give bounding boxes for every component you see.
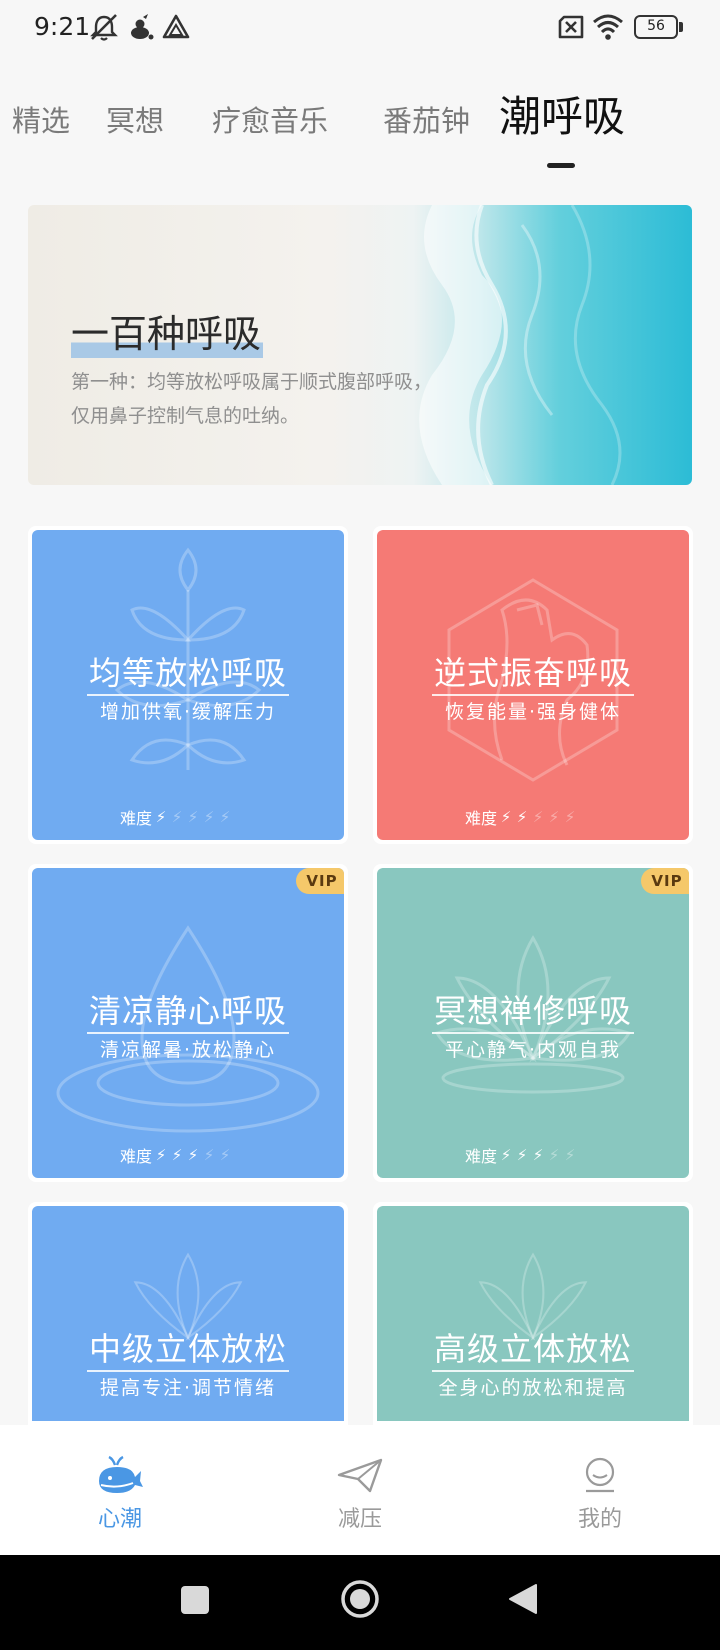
tab-featured[interactable]: 精选 xyxy=(12,98,70,140)
tab-tide-breathing[interactable]: 潮呼吸 xyxy=(499,83,625,144)
lightning-icon: ⚡︎ xyxy=(500,808,512,826)
card-subtitle: 全身心的放松和提高 xyxy=(438,1377,628,1399)
difficulty-rating: 难度 ⚡︎ ⚡︎ ⚡︎ ⚡︎ ⚡︎ xyxy=(465,1143,578,1167)
breathing-card-cool-calm[interactable]: 清凉静心呼吸 清凉解暑·放松静心 难度 ⚡︎ ⚡︎ ⚡︎ ⚡︎ ⚡︎ VIP xyxy=(28,864,348,1182)
lightning-icon: ⚡︎ xyxy=(532,1146,544,1164)
profile-icon xyxy=(585,1457,615,1493)
lightning-icon: ⚡︎ xyxy=(171,808,183,826)
lightning-icon: ⚡︎ xyxy=(516,1146,528,1164)
banner-desc-line2: 仅用鼻子控制气息的吐纳。 xyxy=(71,405,300,427)
battery-icon: 56 xyxy=(634,15,683,39)
whale-icon xyxy=(99,1455,143,1493)
lightning-icon: ⚡︎ xyxy=(564,808,576,826)
nav-label: 减压 xyxy=(337,1507,382,1532)
lightning-icon: ⚡︎ xyxy=(548,1146,560,1164)
nav-item-mine[interactable]: 我的 xyxy=(480,1425,720,1555)
lightning-icon: ⚡︎ xyxy=(516,808,528,826)
tab-pomodoro[interactable]: 番茄钟 xyxy=(383,98,470,140)
vip-badge: VIP xyxy=(641,868,689,894)
lightning-icon: ⚡︎ xyxy=(532,808,544,826)
tab-meditation[interactable]: 冥想 xyxy=(106,98,164,140)
status-bar: 9:21 56 xyxy=(0,0,720,56)
lightning-icon: ⚡︎ xyxy=(187,808,199,826)
difficulty-label: 难度 xyxy=(465,809,498,828)
difficulty-label: 难度 xyxy=(120,1147,153,1166)
battery-level: 56 xyxy=(647,18,665,34)
lightning-icon: ⚡︎ xyxy=(548,808,560,826)
lightning-icon: ⚡︎ xyxy=(155,808,167,826)
difficulty-rating: 难度 ⚡︎ ⚡︎ ⚡︎ ⚡︎ ⚡︎ xyxy=(120,1143,233,1167)
nav-label: 心潮 xyxy=(97,1507,142,1532)
card-title: 高级立体放松 xyxy=(431,1330,634,1372)
lightning-icon: ⚡︎ xyxy=(203,808,215,826)
wifi-icon xyxy=(593,14,623,40)
beach-wave-image xyxy=(419,205,622,485)
difficulty-label: 难度 xyxy=(120,809,153,828)
lightning-icon: ⚡︎ xyxy=(187,1146,199,1164)
lightning-icon: ⚡︎ xyxy=(171,1146,183,1164)
card-title: 清凉静心呼吸 xyxy=(86,992,289,1034)
difficulty-label: 难度 xyxy=(465,1147,498,1166)
lightning-icon: ⚡︎ xyxy=(219,1146,231,1164)
difficulty-rating: 难度 ⚡︎ ⚡︎ ⚡︎ ⚡︎ ⚡︎ xyxy=(120,805,233,829)
card-title: 中级立体放松 xyxy=(86,1330,289,1372)
card-subtitle: 增加供氧·缓解压力 xyxy=(99,701,277,723)
breathing-card-intermediate-relax[interactable]: 中级立体放松 提高专注·调节情绪 xyxy=(28,1202,348,1425)
lightning-icon: ⚡︎ xyxy=(155,1146,167,1164)
lightning-icon: ⚡︎ xyxy=(203,1146,215,1164)
breathing-card-reverse-energize[interactable]: 逆式振奋呼吸 恢复能量·强身健体 难度 ⚡︎ ⚡︎ ⚡︎ ⚡︎ ⚡︎ xyxy=(373,526,693,844)
app-icon xyxy=(162,14,190,39)
sim-off-icon xyxy=(558,15,584,39)
system-navigation-bar xyxy=(0,1555,720,1650)
card-subtitle: 恢复能量·强身健体 xyxy=(444,701,622,723)
card-title: 逆式振奋呼吸 xyxy=(431,654,634,696)
category-tabs: 精选 冥想 疗愈音乐 番茄钟 潮呼吸 xyxy=(0,92,720,180)
card-subtitle: 平心静气·内观自我 xyxy=(444,1039,622,1061)
home-circle-icon[interactable] xyxy=(340,1579,380,1619)
nav-item-decompress[interactable]: 减压 xyxy=(240,1425,480,1555)
card-subtitle: 清凉解暑·放松静心 xyxy=(99,1039,277,1061)
paper-plane-icon xyxy=(337,1458,383,1493)
lightning-icon: ⚡︎ xyxy=(219,808,231,826)
status-time: 9:21 xyxy=(34,12,91,41)
breathing-card-zen-meditation[interactable]: 冥想禅修呼吸 平心静气·内观自我 难度 ⚡︎ ⚡︎ ⚡︎ ⚡︎ ⚡︎ VIP xyxy=(373,864,693,1182)
breathing-card-advanced-relax[interactable]: 高级立体放松 全身心的放松和提高 xyxy=(373,1202,693,1425)
banner-description: 第一种：均等放松呼吸属于顺式腹部呼吸， 仅用鼻子控制气息的吐纳。 xyxy=(71,365,491,433)
nav-item-xinchao[interactable]: 心潮 xyxy=(0,1425,240,1555)
banner[interactable]: 一百种呼吸 第一种：均等放松呼吸属于顺式腹部呼吸， 仅用鼻子控制气息的吐纳。 xyxy=(28,205,692,485)
bottom-navigation: 心潮 减压 我的 xyxy=(0,1425,720,1555)
lightning-icon: ⚡︎ xyxy=(500,1146,512,1164)
tab-healing-music[interactable]: 疗愈音乐 xyxy=(212,98,328,140)
lightning-icon: ⚡︎ xyxy=(564,1146,576,1164)
mute-icon xyxy=(90,14,118,41)
nav-label: 我的 xyxy=(577,1507,622,1532)
card-title: 均等放松呼吸 xyxy=(86,654,289,696)
notification-icon xyxy=(131,14,154,40)
back-triangle-icon[interactable] xyxy=(506,1581,540,1617)
banner-title: 一百种呼吸 xyxy=(71,303,264,358)
breathing-card-equal-relax[interactable]: 均等放松呼吸 增加供氧·缓解压力 难度 ⚡︎ ⚡︎ ⚡︎ ⚡︎ ⚡︎ xyxy=(28,526,348,844)
tab-indicator xyxy=(547,163,575,168)
vip-badge: VIP xyxy=(296,868,344,894)
banner-desc-line1: 第一种：均等放松呼吸属于顺式腹部呼吸， xyxy=(71,371,433,393)
card-subtitle: 提高专注·调节情绪 xyxy=(99,1377,277,1399)
card-title: 冥想禅修呼吸 xyxy=(431,992,634,1034)
recents-square-icon[interactable] xyxy=(181,1586,209,1614)
difficulty-rating: 难度 ⚡︎ ⚡︎ ⚡︎ ⚡︎ ⚡︎ xyxy=(465,805,578,829)
